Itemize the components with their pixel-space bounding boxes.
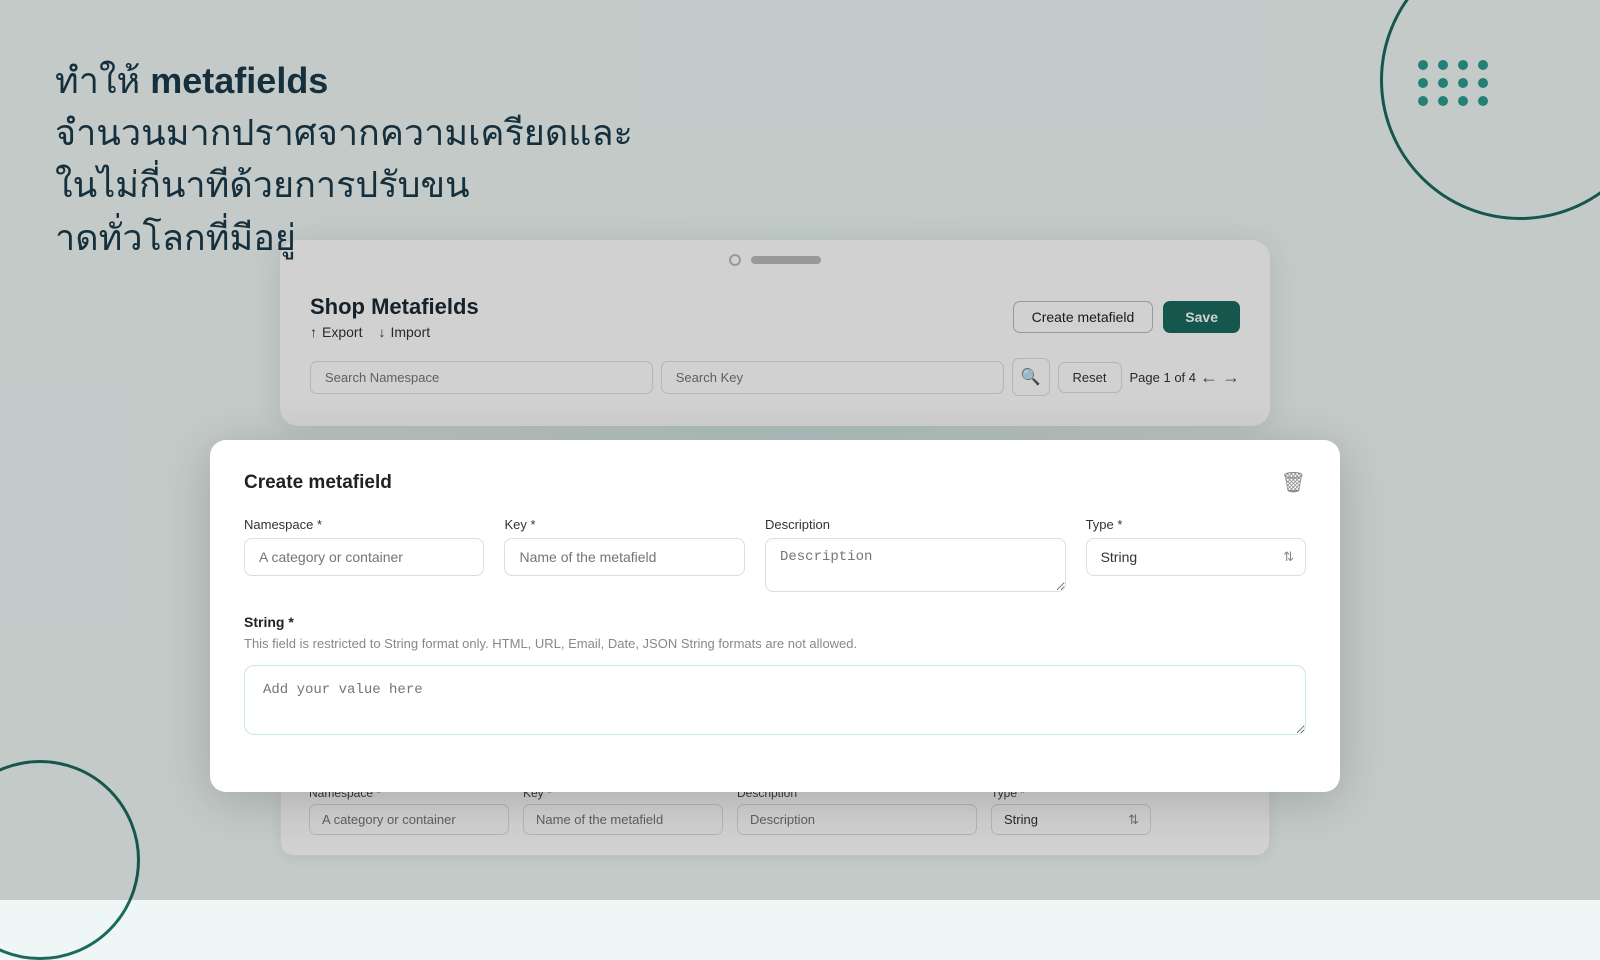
modal-description-textarea[interactable] [765, 538, 1066, 592]
create-metafield-modal: Create metafield 🗑 Namespace * Key * Des… [210, 440, 1340, 792]
modal-fields-row: Namespace * Key * Description Type * Str… [244, 517, 1306, 592]
modal-type-select[interactable]: String Integer Boolean JSON URL HTML Dat… [1086, 538, 1306, 576]
modal-key-input[interactable] [504, 538, 744, 576]
modal-header: Create metafield 🗑 [244, 470, 1306, 495]
modal-namespace-input[interactable] [244, 538, 484, 576]
modal-type-label: Type * [1086, 517, 1306, 532]
modal-namespace-group: Namespace * [244, 517, 484, 592]
modal-description-label: Description [765, 517, 1066, 532]
modal-title: Create metafield [244, 472, 392, 494]
modal-string-desc: This field is restricted to String forma… [244, 636, 1306, 651]
modal-description-group: Description [765, 517, 1066, 592]
modal-key-group: Key * [504, 517, 744, 592]
modal-type-group: Type * String Integer Boolean JSON URL H… [1086, 517, 1306, 592]
modal-namespace-label: Namespace * [244, 517, 484, 532]
modal-string-label: String * [244, 614, 1306, 630]
modal-value-textarea[interactable] [244, 665, 1306, 735]
modal-key-label: Key * [504, 517, 744, 532]
modal-trash-button[interactable]: 🗑 [1281, 470, 1306, 495]
modal-string-section: String * This field is restricted to Str… [244, 614, 1306, 740]
